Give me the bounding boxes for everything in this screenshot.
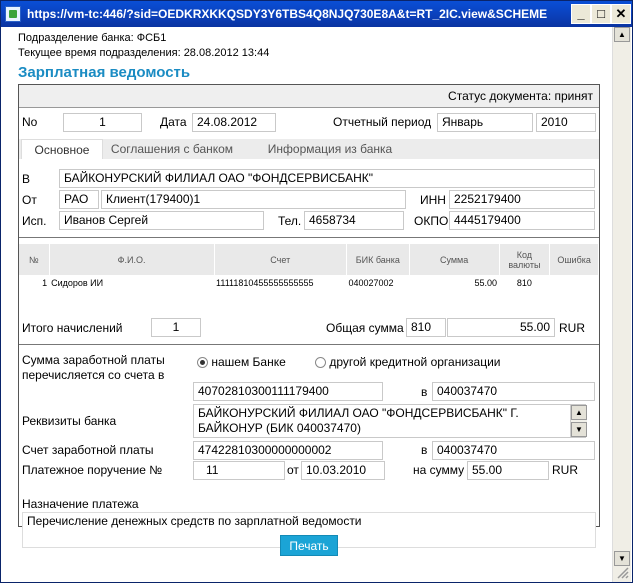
maximize-icon: □ [597, 6, 605, 21]
order-currency: RUR [552, 463, 578, 477]
table-header-row: № Ф.И.О. Счет БИК банка Сумма Код валюты… [19, 244, 599, 275]
executor-field[interactable]: Иванов Сергей [59, 211, 264, 230]
row-number: 1 [42, 277, 48, 288]
salary-account-field[interactable]: 47422810300000000002 [193, 441, 383, 460]
col-number: № [19, 244, 50, 275]
okpo-label: ОКПО [414, 214, 449, 228]
bank-details-label: Реквизиты банка [22, 414, 117, 428]
option-other-bank[interactable]: другой кредитной организации [315, 355, 501, 369]
col-error: Ошибка [549, 244, 599, 275]
radio-unselected-icon [315, 357, 326, 369]
close-icon: ✕ [615, 6, 627, 21]
option-our-bank-label: нашем Банке [211, 355, 286, 369]
page-scrollbar[interactable]: ▲ ▼ [612, 27, 631, 582]
salary-account-label: Счет заработной платы [22, 443, 154, 457]
table-row[interactable]: 1 Сидоров ИИ 11111810455555555555 040027… [19, 275, 599, 290]
date-field[interactable]: 24.08.2012 [192, 113, 276, 132]
close-button[interactable]: ✕ [611, 4, 631, 24]
executor-label: Исп. [22, 214, 47, 228]
period-month-field[interactable]: Январь [437, 113, 533, 132]
order-sum-label: на сумму [413, 463, 465, 477]
window-title: https://vm-tc:446/?sid=OEDKRXKKQSDY3Y6TB… [27, 7, 547, 21]
scroll-down-icon[interactable]: ▼ [614, 551, 630, 566]
resize-grip-icon[interactable] [615, 565, 629, 579]
bank-details-field[interactable]: БАЙКОНУРСКИЙ ФИЛИАЛ ОАО "ФОНДСЕРВИСБАНК"… [193, 404, 586, 438]
divider [19, 237, 599, 238]
divider [19, 344, 599, 345]
option-other-label: другой кредитной организации [329, 355, 501, 369]
page-content: Подразделение банка: ФСБ1 Текущее время … [1, 27, 632, 582]
inn-field[interactable]: 2252179400 [449, 190, 595, 209]
minimize-button[interactable]: _ [571, 4, 591, 24]
okpo-field[interactable]: 4445179400 [449, 211, 595, 230]
salary-bik-field[interactable]: 040037470 [432, 441, 595, 460]
payment-order-label: Платежное поручение № [22, 463, 163, 477]
number-label: No [22, 115, 38, 129]
row-account: 11111810455555555555 [216, 277, 314, 288]
bank-details-scrollbar[interactable]: ▲ ▼ [570, 405, 587, 437]
document-status: Статус документа: принят [448, 89, 593, 103]
col-currency: Код валюты [499, 244, 551, 275]
payees-table: № Ф.И.О. Счет БИК банка Сумма Код валюты… [19, 244, 599, 290]
to-label: В [22, 172, 31, 186]
period-label: Отчетный период [333, 115, 432, 129]
row-fio: Сидоров ИИ [51, 277, 104, 288]
purpose-label: Назначение платежа [22, 497, 139, 511]
period-year-field[interactable]: 2010 [536, 113, 596, 132]
browser-window: https://vm-tc:446/?sid=OEDKRXKKQSDY3Y6TB… [0, 0, 633, 583]
scroll-up-icon[interactable]: ▲ [571, 405, 587, 420]
tab-bar: Основное Соглашения с банком Информация … [19, 139, 599, 159]
col-sum: Сумма [409, 244, 500, 275]
phone-label: Тел. [278, 214, 302, 228]
salary-bik-label: в [421, 443, 428, 457]
minimize-icon: _ [577, 6, 585, 21]
title-bar: https://vm-tc:446/?sid=OEDKRXKKQSDY3Y6TB… [1, 1, 632, 27]
salary-from-label: Сумма заработной платы перечисляется со … [22, 353, 165, 382]
document-number-field[interactable]: 1 [63, 113, 142, 132]
total-count-label: Итого начислений [22, 321, 123, 335]
current-time: Текущее время подразделения: 28.08.2012 … [18, 47, 270, 59]
payment-order-sum-field[interactable]: 55.00 [467, 461, 549, 480]
date-label: Дата [160, 115, 187, 129]
page-icon [5, 6, 21, 22]
col-account: Счет [214, 244, 347, 275]
total-count-field[interactable]: 1 [151, 318, 201, 337]
tab-main[interactable]: Основное [21, 139, 103, 159]
source-bik-field[interactable]: 040037470 [432, 382, 595, 401]
scroll-up-icon[interactable]: ▲ [614, 27, 630, 42]
client-code-field[interactable]: РАО [59, 190, 99, 209]
client-field[interactable]: Клиент(179400)1 [101, 190, 406, 209]
col-bik: БИК банка [346, 244, 410, 275]
total-sum-label: Общая сумма [326, 321, 404, 335]
maximize-button[interactable]: □ [591, 4, 611, 24]
payment-order-number-field[interactable]: 11 [193, 461, 285, 480]
bank-division: Подразделение банка: ФСБ1 [18, 32, 167, 44]
row-sum: 55.00 [474, 277, 498, 288]
col-fio: Ф.И.О. [49, 244, 215, 275]
recipient-bank-field[interactable]: БАЙКОНУРСКИЙ ФИЛИАЛ ОАО "ФОНДСЕРВИСБАНК" [59, 169, 595, 188]
page-title: Зарплатная ведомость [18, 64, 191, 81]
tab-bank-info[interactable]: Информация из банка [255, 139, 405, 159]
source-bik-label: в [421, 385, 428, 399]
total-sum-currency-code[interactable]: 810 [406, 318, 446, 337]
payment-order-date-field[interactable]: 10.03.2010 [301, 461, 385, 480]
total-sum-field[interactable]: 55.00 [447, 318, 555, 337]
print-button[interactable]: Печать [280, 535, 338, 556]
phone-field[interactable]: 4658734 [304, 211, 404, 230]
row-currency: 810 [516, 277, 532, 288]
status-bar: Статус документа: принят [19, 85, 599, 108]
option-our-bank[interactable]: нашем Банке [197, 355, 286, 369]
inn-label: ИНН [420, 193, 446, 207]
radio-selected-icon [197, 357, 208, 369]
source-account-field[interactable]: 40702810300111179400 [193, 382, 383, 401]
scroll-down-icon[interactable]: ▼ [571, 422, 587, 437]
total-sum-currency: RUR [559, 321, 585, 335]
row-bik: 040027002 [348, 277, 394, 288]
tab-bank-agreements[interactable]: Соглашения с банком [107, 139, 237, 159]
from-label: От [22, 193, 37, 207]
row-error [550, 275, 599, 290]
order-date-label: от [287, 463, 299, 477]
document-frame: Статус документа: принят No 1 Дата 24.08… [18, 84, 600, 548]
